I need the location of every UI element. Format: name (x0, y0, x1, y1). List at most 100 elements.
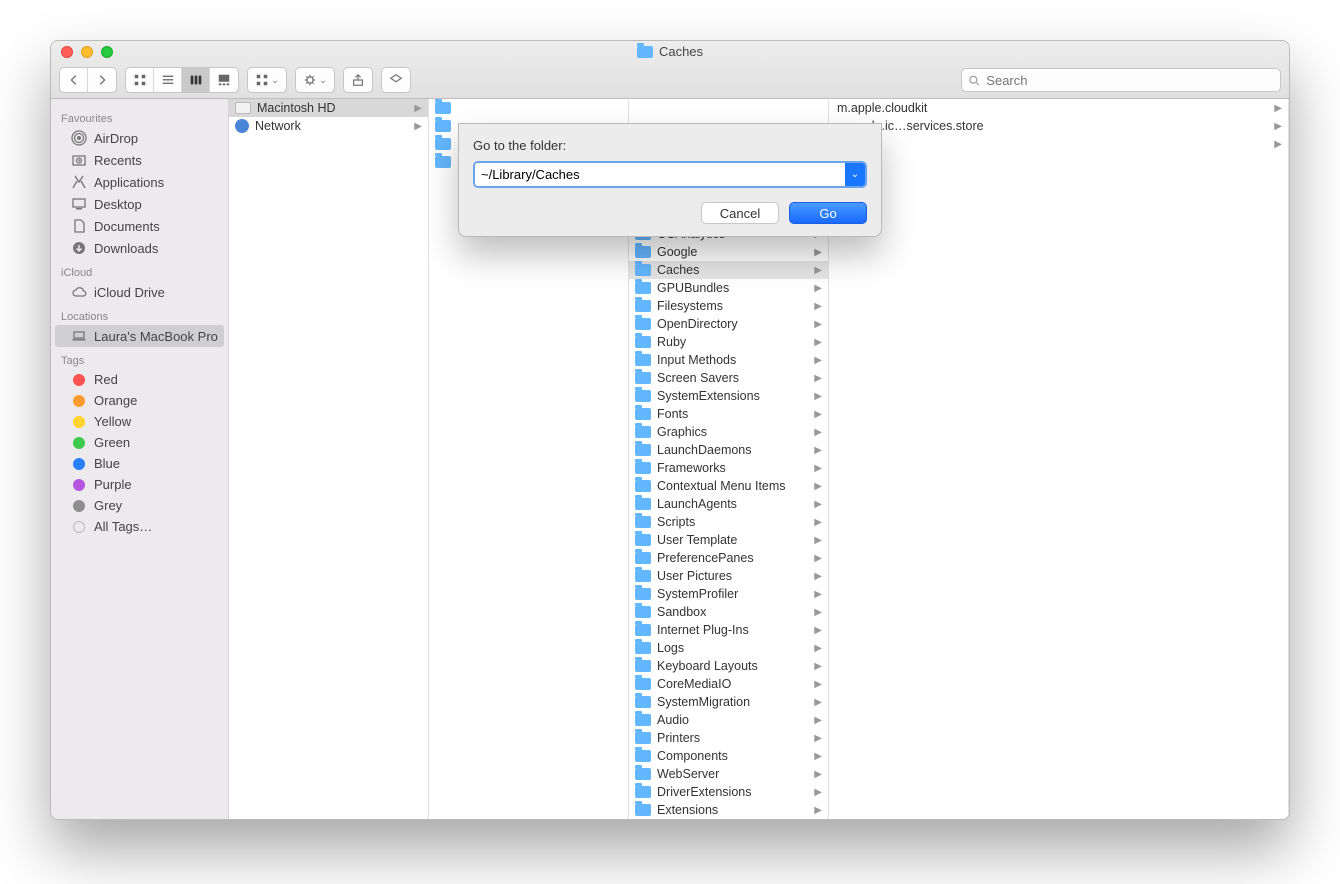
chevron-right-icon: ▶ (814, 337, 822, 348)
row-label: CoreMediaIO (657, 677, 731, 691)
column-row[interactable]: GPUBundles▶ (629, 279, 828, 297)
forward-button[interactable] (88, 68, 116, 92)
cancel-button[interactable]: Cancel (701, 202, 779, 224)
column-row[interactable]: Sandbox▶ (629, 603, 828, 621)
column-view-button[interactable] (182, 68, 210, 92)
column-row[interactable]: Printers▶ (629, 729, 828, 747)
icon-view-button[interactable] (126, 68, 154, 92)
column-row[interactable]: SystemExtensions▶ (629, 387, 828, 405)
action-button-group: ⌄ (295, 67, 335, 93)
folder-icon (435, 102, 451, 114)
sidebar-item[interactable]: Downloads (51, 237, 228, 259)
sidebar-item[interactable]: Orange (51, 390, 228, 411)
folder-icon (635, 354, 651, 366)
sidebar-item[interactable]: Grey (51, 495, 228, 516)
column-row[interactable]: lorSync▶ (829, 135, 1288, 153)
folder-path-input[interactable] (475, 163, 845, 186)
arrange-button[interactable]: ⌄ (248, 68, 286, 92)
column-row[interactable]: Keyboard Layouts▶ (629, 657, 828, 675)
sidebar-item[interactable]: Yellow (51, 411, 228, 432)
sidebar-item[interactable]: AirDrop (51, 127, 228, 149)
back-button[interactable] (60, 68, 88, 92)
column-row[interactable]: LaunchAgents▶ (629, 495, 828, 513)
column-row[interactable]: Scripts▶ (629, 513, 828, 531)
tag-dot-icon (73, 500, 85, 512)
column-row[interactable]: LaunchDaemons▶ (629, 441, 828, 459)
column-row[interactable]: Internet Plug-Ins▶ (629, 621, 828, 639)
sidebar-item[interactable]: Blue (51, 453, 228, 474)
column-row[interactable]: Contextual Menu Items▶ (629, 477, 828, 495)
go-to-folder-sheet: Go to the folder: ⌄ Cancel Go (458, 123, 882, 237)
column-row[interactable]: Network▶ (229, 117, 428, 135)
gallery-view-button[interactable] (210, 68, 238, 92)
combo-dropdown-button[interactable]: ⌄ (845, 163, 865, 186)
column-row[interactable]: Extensions▶ (629, 801, 828, 819)
column-row[interactable]: Caches▶ (629, 261, 828, 279)
column-row[interactable] (429, 99, 628, 117)
column-row[interactable]: SystemMigration▶ (629, 693, 828, 711)
tag-dot-icon (73, 521, 85, 533)
column-row[interactable]: User Template▶ (629, 531, 828, 549)
column-row[interactable]: m.apple.ic…services.store▶ (829, 117, 1288, 135)
share-button-group (343, 67, 373, 93)
minimize-window-button[interactable] (81, 46, 93, 58)
column-row[interactable]: OpenDirectory▶ (629, 315, 828, 333)
list-view-button[interactable] (154, 68, 182, 92)
column-row[interactable]: Audio▶ (629, 711, 828, 729)
chevron-right-icon: ▶ (814, 247, 822, 258)
column-row[interactable]: Google▶ (629, 243, 828, 261)
column-row[interactable]: SystemProfiler▶ (629, 585, 828, 603)
search-input[interactable] (984, 72, 1274, 89)
column-row[interactable]: Frameworks▶ (629, 459, 828, 477)
tags-button[interactable] (382, 68, 410, 92)
sidebar-item[interactable]: Green (51, 432, 228, 453)
column-row[interactable]: CoreMediaIO ▶ (629, 675, 828, 693)
column-row[interactable]: User Pictures▶ (629, 567, 828, 585)
column-row[interactable]: Components▶ (629, 747, 828, 765)
column-row[interactable]: Ruby▶ (629, 333, 828, 351)
tag-dot-icon (73, 437, 85, 449)
sidebar-item[interactable]: All Tags… (51, 516, 228, 537)
column-row[interactable]: Logs▶ (629, 639, 828, 657)
sidebar-item[interactable]: Desktop (51, 193, 228, 215)
sidebar-item-label: Recents (94, 153, 142, 168)
sidebar-item[interactable]: Red (51, 369, 228, 390)
column-row[interactable]: WebServer▶ (629, 765, 828, 783)
sidebar-item-label: AirDrop (94, 131, 138, 146)
chevron-right-icon: ▶ (814, 571, 822, 582)
zoom-window-button[interactable] (101, 46, 113, 58)
column-row[interactable]: Macintosh HD▶ (229, 99, 428, 117)
chevron-right-icon: ▶ (814, 643, 822, 654)
column-row[interactable]: Fonts▶ (629, 405, 828, 423)
chevron-right-icon: ▶ (814, 517, 822, 528)
airdrop-icon (71, 130, 87, 146)
share-button[interactable] (344, 68, 372, 92)
column-row[interactable]: m.apple.cloudkit▶ (829, 99, 1288, 117)
folder-icon (635, 264, 651, 276)
sidebar-item[interactable]: Laura's MacBook Pro (55, 325, 224, 347)
search-field[interactable] (961, 68, 1281, 92)
column-row[interactable]: PreferencePanes▶ (629, 549, 828, 567)
sidebar-item[interactable]: Purple (51, 474, 228, 495)
folder-icon (635, 732, 651, 744)
folder-icon (435, 138, 451, 150)
tag-dot-icon (73, 479, 85, 491)
go-button[interactable]: Go (789, 202, 867, 224)
sidebar-item[interactable]: Applications (51, 171, 228, 193)
sidebar-item-label: Desktop (94, 197, 142, 212)
sidebar-item[interactable]: Recents (51, 149, 228, 171)
column-row[interactable]: Input Methods▶ (629, 351, 828, 369)
chevron-right-icon: ▶ (814, 409, 822, 420)
column-row[interactable]: Screen Savers▶ (629, 369, 828, 387)
column-row[interactable]: Filesystems▶ (629, 297, 828, 315)
column-row[interactable]: DriverExtensions▶ (629, 783, 828, 801)
row-label: Printers (657, 731, 700, 745)
column-row[interactable]: Graphics▶ (629, 423, 828, 441)
chevron-right-icon: ▶ (814, 553, 822, 564)
close-window-button[interactable] (61, 46, 73, 58)
sidebar-item[interactable]: Documents (51, 215, 228, 237)
chevron-right-icon: ▶ (814, 679, 822, 690)
sidebar-item[interactable]: iCloud Drive (51, 281, 228, 303)
action-button[interactable]: ⌄ (296, 68, 334, 92)
row-label: SystemMigration (657, 695, 750, 709)
